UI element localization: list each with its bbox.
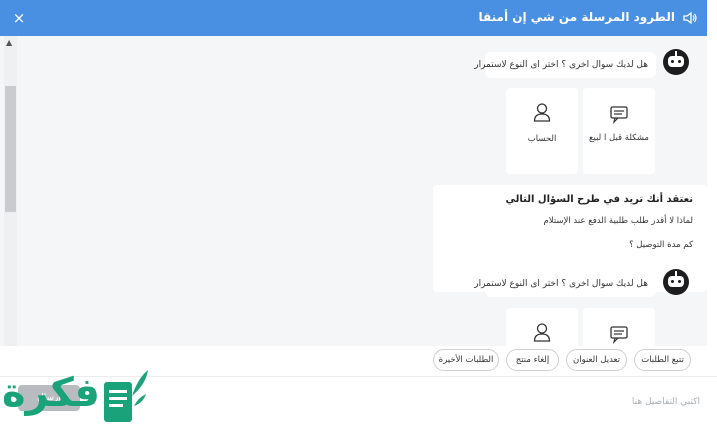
bot-avatar-icon [663,49,689,75]
speaker-icon[interactable] [683,11,697,25]
suggested-questions-title: نعتقد أنك تريد في طرح السؤال التالي [505,194,693,205]
option-card-presale[interactable]: مشكلة قبل ا لبيع [583,88,655,174]
quick-reply-cancel-product[interactable]: إلغاء منتج [506,349,559,371]
quick-reply-track-orders[interactable]: تتبع الطلبات [634,349,691,371]
quick-reply-edit-address[interactable]: تعديل العنوان [566,349,627,371]
close-button[interactable]: × [10,9,28,27]
option-card-presale[interactable] [583,308,655,346]
option-card-label: مشكلة قبل ا لبيع [589,133,649,143]
logo: فكرة [0,362,160,428]
book-leaf-icon [104,370,148,422]
logo-text: فكرة [2,370,101,416]
option-card-label: الحساب [527,134,557,144]
scrollbar[interactable]: ▲ [4,36,17,346]
chat-list-icon [610,326,628,344]
quick-reply-recent-orders[interactable]: الطلبات الأخيرة [433,349,499,371]
chat-title: الطرود المرسلة من شي إن أمنقا [478,10,676,24]
chat-messages: ▲ هل لديك سوال اخرى ؟ اختر اى النوع لاست… [0,36,707,346]
chat-header: × الطرود المرسلة من شي إن أمنقا [0,0,707,36]
option-card-account[interactable] [506,308,578,346]
user-icon [533,323,551,342]
chat-list-icon [610,106,628,124]
suggested-question-link[interactable]: كم مدة التوصيل ؟ [629,240,693,250]
user-icon [533,103,551,122]
bot-avatar-icon [663,269,689,295]
option-card-account[interactable]: الحساب [506,88,578,174]
message-input[interactable] [160,385,700,419]
scroll-up-arrow[interactable]: ▲ [6,38,12,47]
scroll-thumb[interactable] [5,86,16,212]
suggested-question-link[interactable]: لماذا لا أقدر طلب طلبية الدفع عند الإستل… [543,216,693,226]
bot-message: هل لديك سوال اخرى ؟ اختر اى النوع لاستمر… [474,271,656,297]
bot-message: هل لديك سوال اخرى ؟ اختر اى النوع لاستمر… [474,52,656,78]
